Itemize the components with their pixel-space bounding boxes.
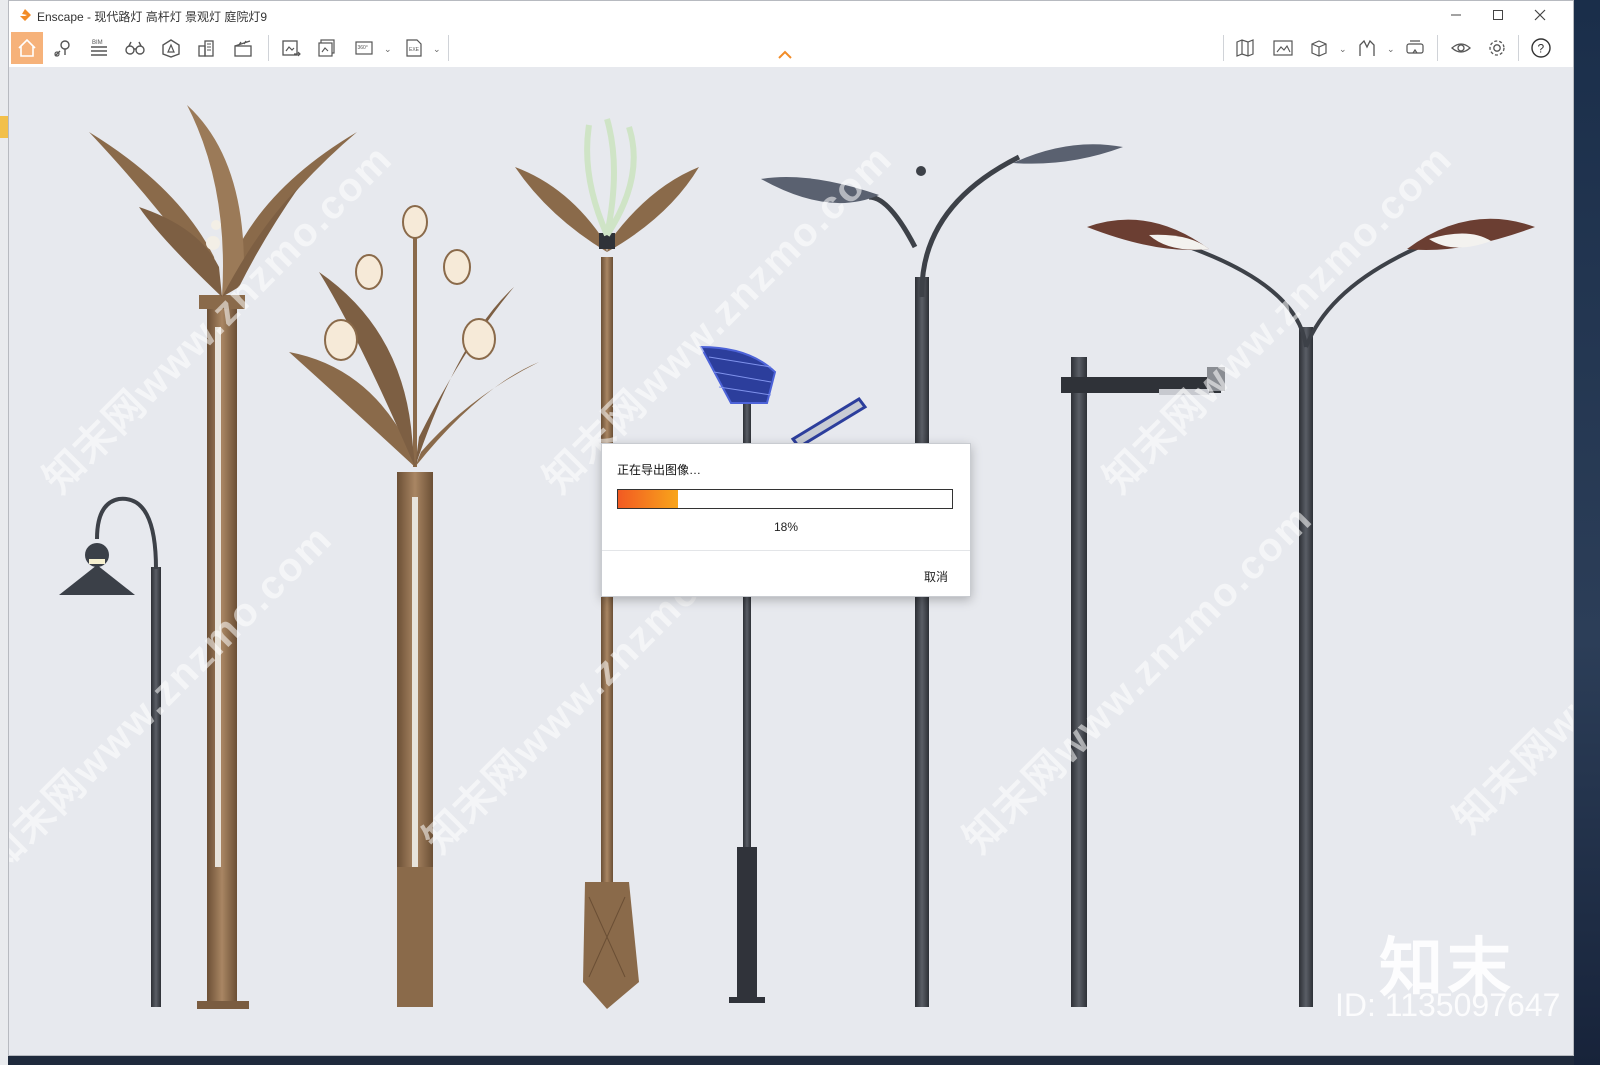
desktop-background xyxy=(1574,0,1600,1065)
binoculars-icon xyxy=(125,41,145,55)
toolbar: BIM 360° ⌄ EXE ⌄ ⌄ ⌄ ? xyxy=(9,29,1573,68)
minimize-icon xyxy=(1451,14,1461,16)
export-progress-bar xyxy=(617,489,953,509)
desktop-file-icon xyxy=(0,116,8,138)
buildings-icon xyxy=(198,40,214,57)
maximize-button[interactable] xyxy=(1481,5,1515,25)
image-view-icon xyxy=(1273,40,1293,56)
path-button[interactable] xyxy=(1351,32,1383,64)
progress-percent: 18% xyxy=(773,520,799,534)
title-bar: Enscape - 现代路灯 高杆灯 景观灯 庭院灯9 xyxy=(9,1,1573,29)
toolbar-separator xyxy=(268,35,269,61)
toolbar-separator xyxy=(1518,35,1519,61)
exe-export-button[interactable]: EXE xyxy=(398,32,430,64)
binoculars-button[interactable] xyxy=(119,32,151,64)
enscape-logo-icon xyxy=(20,9,31,21)
toolbar-separator xyxy=(1223,35,1224,61)
dialog-divider xyxy=(602,550,970,551)
screenshot-export-button[interactable] xyxy=(275,32,307,64)
clapperboard-icon xyxy=(234,40,252,57)
batch-export-icon xyxy=(318,39,335,57)
bim-icon: BIM xyxy=(91,40,107,56)
minimize-button[interactable] xyxy=(1439,5,1473,25)
settings-button[interactable] xyxy=(1481,32,1513,64)
chevron-down-icon[interactable]: ⌄ xyxy=(433,44,441,55)
cube-view-button[interactable] xyxy=(1303,32,1335,64)
collapse-toolbar-chevron-icon[interactable] xyxy=(777,50,793,60)
home-button[interactable] xyxy=(11,32,43,64)
chevron-down-icon[interactable]: ⌄ xyxy=(384,44,392,55)
chevron-down-icon[interactable]: ⌄ xyxy=(1387,44,1395,55)
help-button[interactable]: ? xyxy=(1525,32,1557,64)
image-view-button[interactable] xyxy=(1267,32,1299,64)
cube-view-icon xyxy=(1311,40,1327,57)
path-icon xyxy=(1359,39,1375,56)
close-icon xyxy=(1534,9,1546,21)
svg-text:BIM: BIM xyxy=(92,40,103,46)
vr-headset-icon xyxy=(1406,40,1424,54)
panorama-export-button[interactable]: 360° xyxy=(349,32,381,64)
svg-text:?: ? xyxy=(1538,42,1545,56)
vr-headset-button[interactable] xyxy=(1399,32,1431,64)
enscape-window: Enscape - 现代路灯 高杆灯 景观灯 庭院灯9 BIM 360° ⌄ E… xyxy=(8,0,1574,1056)
batch-export-button[interactable] xyxy=(311,32,343,64)
help-icon: ? xyxy=(1531,38,1551,58)
window-title: Enscape - 现代路灯 高杆灯 景观灯 庭院灯9 xyxy=(37,10,268,24)
maximize-icon xyxy=(1493,10,1503,20)
buildings-button[interactable] xyxy=(191,32,223,64)
twin-leaf-street-lamp xyxy=(1087,218,1535,1007)
bim-button[interactable]: BIM xyxy=(83,32,115,64)
toolbar-separator xyxy=(1437,35,1438,61)
views-button[interactable] xyxy=(47,32,79,64)
bronze-lotus-lamp xyxy=(289,205,539,1007)
cancel-button[interactable]: 取消 xyxy=(924,568,948,585)
chevron-down-icon[interactable]: ⌄ xyxy=(1339,44,1347,55)
asset-library-button[interactable] xyxy=(155,32,187,64)
visual-settings-button[interactable] xyxy=(1445,32,1477,64)
svg-text:EXE: EXE xyxy=(409,47,420,53)
home-icon xyxy=(18,38,36,57)
close-button[interactable] xyxy=(1523,5,1557,25)
svg-text:360°: 360° xyxy=(358,45,368,51)
settings-icon xyxy=(1489,40,1505,56)
exe-export-icon: EXE xyxy=(406,39,422,57)
toolbar-separator xyxy=(448,35,449,61)
dialog-title: 正在导出图像… xyxy=(617,463,702,477)
map-icon xyxy=(1236,39,1254,57)
map-button[interactable] xyxy=(1229,32,1261,64)
export-progress-dialog: 正在导出图像… 18% 取消 xyxy=(601,443,971,597)
left-desktop-strip xyxy=(0,0,8,1065)
eye-icon xyxy=(1451,43,1471,53)
watermark-id: ID: 1135097647 xyxy=(1335,987,1561,1023)
asset-icon xyxy=(162,39,180,58)
screenshot-export-icon xyxy=(282,40,301,57)
panorama-360-icon: 360° xyxy=(355,41,373,55)
video-editor-button[interactable] xyxy=(227,32,259,64)
progress-fill xyxy=(618,490,679,508)
location-pin-icon xyxy=(54,40,70,57)
